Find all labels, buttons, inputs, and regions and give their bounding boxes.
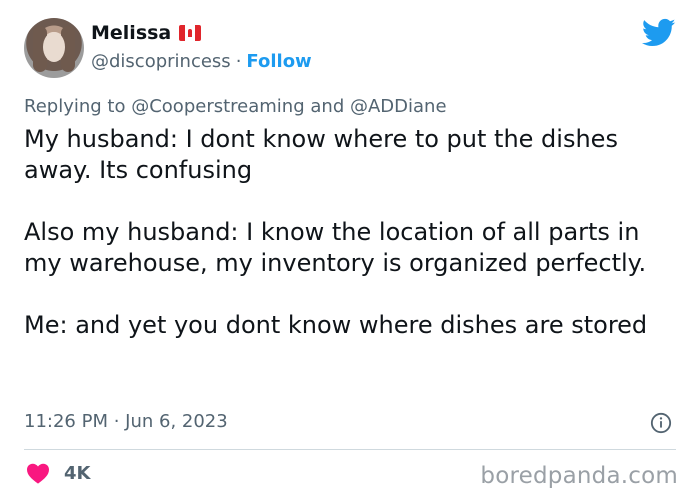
canada-flag-icon [179,25,202,41]
handle-row: @discoprincess · Follow [91,51,312,72]
follow-button[interactable]: Follow [246,51,311,72]
like-row[interactable]: 4K [26,462,90,484]
replying-to-line: Replying to @Cooperstreaming and @ADDian… [24,96,447,117]
avatar[interactable] [24,18,84,78]
twitter-bird-icon[interactable] [642,18,676,48]
timestamp[interactable]: 11:26 PM · Jun 6, 2023 [24,411,228,432]
reply-conjunction: and [310,96,345,117]
tweet-text: My husband: I dont know where to put the… [24,124,674,341]
heart-icon[interactable] [26,462,50,484]
separator-dot: · [235,51,242,72]
tweet-paragraph: Also my husband: I know the location of … [24,218,647,277]
mention-link[interactable]: @Cooperstreaming [131,96,304,117]
reply-prefix: Replying to [24,96,126,117]
mention-link[interactable]: @ADDiane [350,96,447,117]
info-icon[interactable] [650,412,672,434]
author-handle[interactable]: @discoprincess [91,51,231,72]
tweet-paragraph: Me: and yet you dont know where dishes a… [24,311,648,339]
divider [24,449,676,450]
display-name[interactable]: Melissa [91,22,171,44]
like-count: 4K [64,462,91,484]
watermark: boredpanda.com [480,463,678,489]
tweet-paragraph: My husband: I dont know where to put the… [24,125,618,184]
author-name-row: Melissa [91,22,202,44]
